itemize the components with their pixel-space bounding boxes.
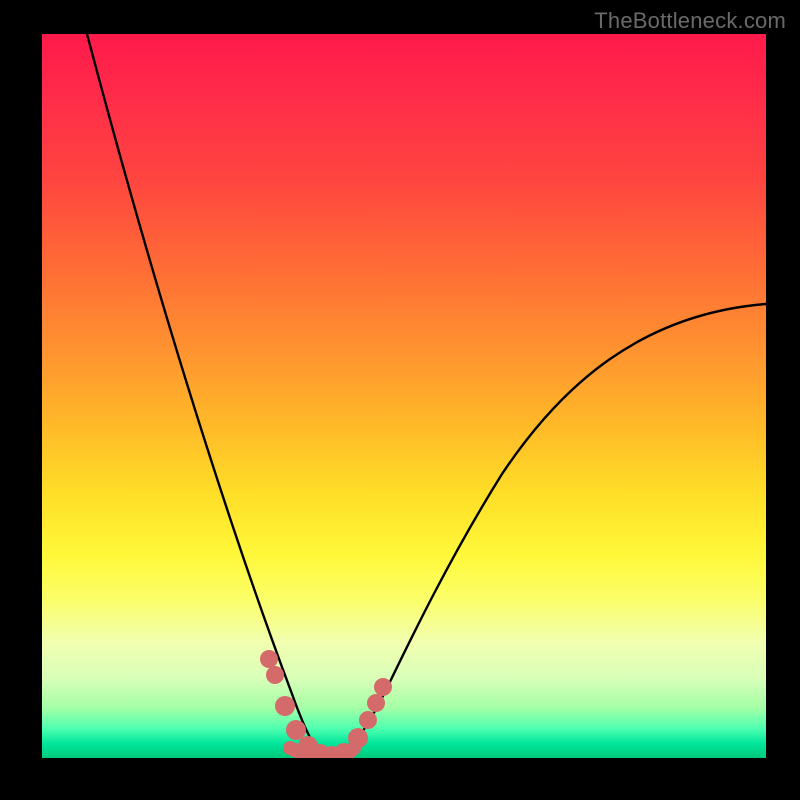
plot-area <box>42 34 766 758</box>
marker-dots <box>260 650 392 758</box>
right-curve <box>342 304 766 756</box>
curve-layer <box>42 34 766 758</box>
chart-frame: TheBottleneck.com <box>0 0 800 800</box>
watermark-text: TheBottleneck.com <box>594 8 786 34</box>
left-curve <box>87 34 324 756</box>
